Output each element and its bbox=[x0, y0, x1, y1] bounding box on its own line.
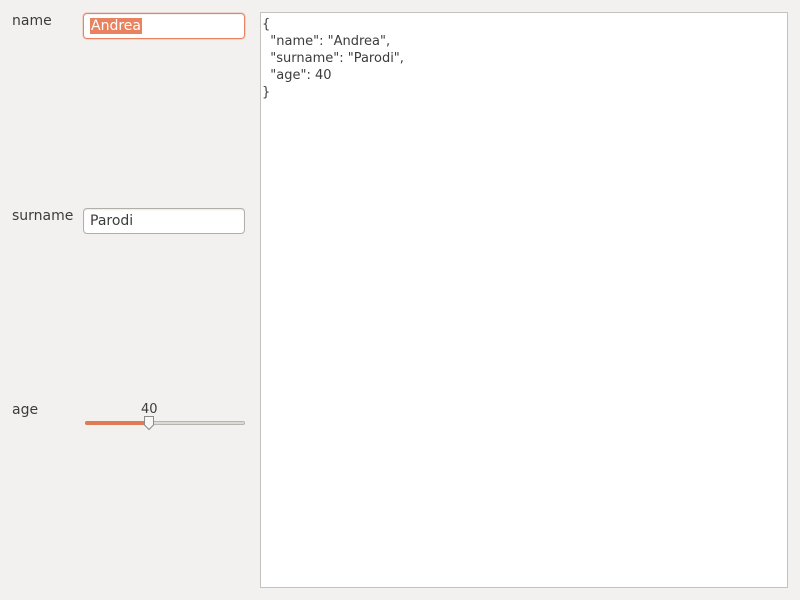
name-label: name bbox=[12, 13, 52, 29]
main-window: name Andrea surname Parodi age 40 { "nam… bbox=[0, 0, 800, 600]
age-slider-handle[interactable] bbox=[143, 415, 155, 431]
json-text-view[interactable]: { "name": "Andrea", "surname": "Parodi",… bbox=[260, 12, 788, 588]
surname-field-text: Parodi bbox=[90, 213, 134, 229]
name-field[interactable]: Andrea bbox=[83, 13, 245, 39]
name-field-text: Andrea bbox=[90, 18, 142, 34]
surname-label: surname bbox=[12, 208, 74, 224]
surname-field[interactable]: Parodi bbox=[83, 208, 245, 234]
age-slider-fill bbox=[85, 421, 149, 425]
age-label: age bbox=[12, 402, 39, 418]
